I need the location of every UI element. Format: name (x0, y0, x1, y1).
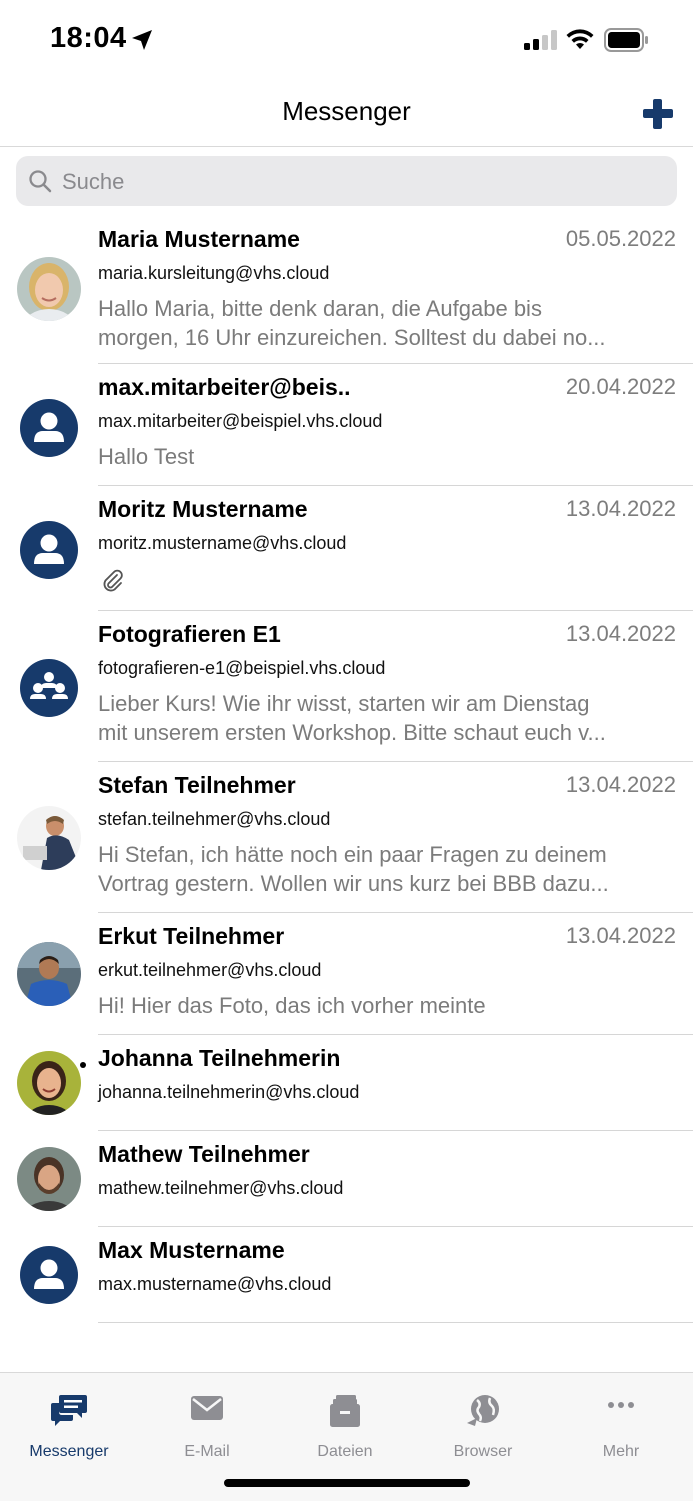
battery-icon (604, 28, 648, 52)
tab-label: Browser (453, 1443, 513, 1460)
chat-item-stefan-teilnehmer[interactable]: Stefan Teilnehmer 13.04.2022 stefan.teil… (0, 762, 693, 913)
avatar (17, 806, 81, 870)
avatar (17, 942, 81, 1006)
chat-name: Stefan Teilnehmer (98, 772, 296, 798)
chat-preview: Hi Stefan, ich hätte noch ein paar Frage… (98, 840, 676, 898)
search-icon (29, 170, 52, 193)
chat-email: moritz.mustername@vhs.cloud (98, 533, 347, 553)
chat-preview-line: Vortrag gestern. Wollen wir uns kurz bei… (98, 871, 609, 896)
chat-preview: Lieber Kurs! Wie ihr wisst, starten wir … (98, 689, 676, 747)
chat-item-johanna-teilnehmerin[interactable]: Johanna Teilnehmerin johanna.teilnehmeri… (0, 1035, 693, 1131)
chat-item-maria-mustername[interactable]: Maria Mustername 05.05.2022 maria.kursle… (0, 216, 693, 364)
chat-email: stefan.teilnehmer@vhs.cloud (98, 809, 331, 829)
page-title: Messenger (282, 96, 411, 126)
chat-date: 13.04.2022 (565, 621, 676, 646)
tab-browser[interactable]: Browser (414, 1383, 552, 1463)
chat-email: maria.kursleitung@vhs.cloud (98, 263, 330, 283)
tab-label: Messenger (29, 1443, 109, 1460)
paperclip-icon (103, 569, 123, 592)
status-time: 18:04 (50, 22, 127, 54)
chat-name: Max Mustername (98, 1237, 285, 1263)
tab-messenger[interactable]: Messenger (0, 1383, 138, 1463)
avatar (17, 1147, 81, 1211)
chat-preview-line: Hallo Test (98, 444, 195, 469)
tab-label: Dateien (317, 1443, 373, 1460)
tab-email[interactable]: E-Mail (138, 1383, 276, 1463)
chat-preview: Hi! Hier das Foto, das ich vorher meinte (98, 991, 676, 1020)
chat-item-fotografieren-e1[interactable]: Fotografieren E1 13.04.2022 fotografiere… (0, 611, 693, 762)
chat-date: 20.04.2022 (565, 374, 676, 399)
chat-preview-line: morgen, 16 Uhr einzureichen. Solltest du… (98, 325, 606, 350)
location-arrow-icon (132, 30, 152, 50)
chat-preview-line: Hi Stefan, ich hätte noch ein paar Frage… (98, 842, 607, 867)
chat-name: Johanna Teilnehmerin (98, 1045, 341, 1071)
tab-files[interactable]: Dateien (276, 1383, 414, 1463)
tab-label: E-Mail (184, 1443, 230, 1460)
chat-preview-line: Lieber Kurs! Wie ihr wisst, starten wir … (98, 691, 590, 716)
search-input[interactable] (60, 156, 664, 208)
chat-date: 13.04.2022 (565, 496, 676, 521)
files-icon (330, 1395, 360, 1427)
group-icon (17, 656, 81, 720)
chat-name: Maria Mustername (98, 226, 300, 252)
add-chat-button[interactable] (640, 96, 676, 132)
chat-preview-line: Hallo Maria, bitte denk daran, die Aufga… (98, 296, 542, 321)
chat-preview: Hallo Maria, bitte denk daran, die Aufga… (98, 294, 676, 352)
avatar (17, 1051, 81, 1115)
chat-item-mathew-teilnehmer[interactable]: Mathew Teilnehmer mathew.teilnehmer@vhs.… (0, 1131, 693, 1227)
chat-email: mathew.teilnehmer@vhs.cloud (98, 1178, 344, 1198)
navigation-bar: Messenger (0, 80, 693, 147)
chat-date: 13.04.2022 (565, 923, 676, 948)
tab-more[interactable]: Mehr (552, 1383, 690, 1463)
chat-date: 05.05.2022 (565, 226, 676, 251)
chat-email: fotografieren-e1@beispiel.vhs.cloud (98, 658, 386, 678)
chat-name: Fotografieren E1 (98, 621, 281, 647)
chat-email: max.mitarbeiter@beispiel.vhs.cloud (98, 411, 383, 431)
chat-item-erkut-teilnehmer[interactable]: Erkut Teilnehmer 13.04.2022 erkut.teilne… (0, 913, 693, 1035)
chat-email: max.mustername@vhs.cloud (98, 1274, 332, 1294)
search-bar[interactable] (16, 156, 677, 208)
cellular-signal-icon (524, 30, 557, 50)
envelope-icon (191, 1396, 223, 1420)
chat-preview: Hallo Test (98, 442, 676, 471)
chat-preview-line: Hi! Hier das Foto, das ich vorher meinte (98, 993, 486, 1018)
chat-email: erkut.teilnehmer@vhs.cloud (98, 960, 322, 980)
chat-name: Moritz Mustername (98, 496, 308, 522)
chat-item-max-mitarbeiter[interactable]: max.mitarbeiter@beis.. 20.04.2022 max.mi… (0, 364, 693, 486)
chat-name: Mathew Teilnehmer (98, 1141, 310, 1167)
avatar (17, 257, 81, 321)
home-indicator[interactable] (224, 1479, 470, 1487)
more-dots-icon (608, 1402, 634, 1408)
chat-email: johanna.teilnehmerin@vhs.cloud (98, 1082, 360, 1102)
divider (98, 1322, 693, 1323)
tab-label: Mehr (602, 1443, 640, 1460)
chat-name: max.mitarbeiter@beis.. (98, 374, 351, 400)
chat-item-max-mustername[interactable]: Max Mustername max.mustername@vhs.cloud (0, 1227, 693, 1323)
chat-name: Erkut Teilnehmer (98, 923, 285, 949)
unread-indicator (80, 1062, 86, 1068)
wifi-icon (566, 29, 594, 49)
person-icon (17, 1243, 81, 1307)
person-icon (17, 518, 81, 582)
chat-bubbles-icon (51, 1395, 87, 1426)
chat-preview-line: mit unserem ersten Workshop. Bitte schau… (98, 720, 606, 745)
chat-date: 13.04.2022 (565, 772, 676, 797)
chat-item-moritz-mustername[interactable]: Moritz Mustername 13.04.2022 moritz.must… (0, 486, 693, 611)
person-icon (17, 396, 81, 460)
status-bar: 18:04 (0, 0, 693, 80)
globe-icon (467, 1395, 499, 1426)
